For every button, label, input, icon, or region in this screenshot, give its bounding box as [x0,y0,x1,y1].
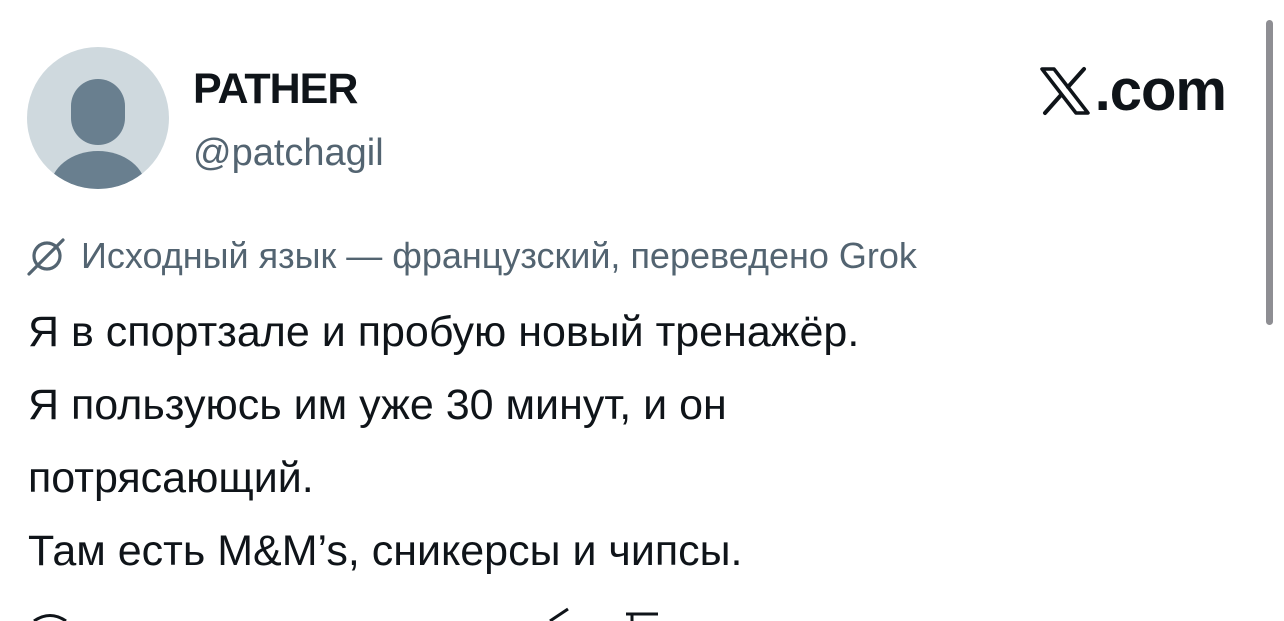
tweet-line: Я в спортзале и пробую новый тренажёр. [28,308,860,356]
translation-note-text: Исходный язык — французский, переведено … [81,235,917,276]
brand-watermark: .com [1039,56,1227,126]
translation-notice[interactable]: Исходный язык — французский, переведено … [25,232,917,280]
translate-icon [25,234,69,278]
author-handle[interactable]: @patchagil [193,130,384,176]
clipped-next-content [28,604,728,621]
author-display-name[interactable]: PATHER [193,64,358,114]
tweet-text: Я в спортзале и пробую новый тренажёр. Я… [28,296,1228,588]
tweet-line: Там есть M&M’s, сникерсы и чипсы. [28,527,743,575]
x-logo-icon [1039,65,1091,117]
brand-domain-text: .com [1094,58,1227,123]
scrollbar[interactable] [1266,20,1273,325]
tweet-line: Я пользуюсь им уже 30 минут, и он [28,381,727,429]
avatar[interactable] [27,47,169,189]
default-avatar-icon [50,79,146,189]
tweet-line: потрясающий. [28,454,314,502]
